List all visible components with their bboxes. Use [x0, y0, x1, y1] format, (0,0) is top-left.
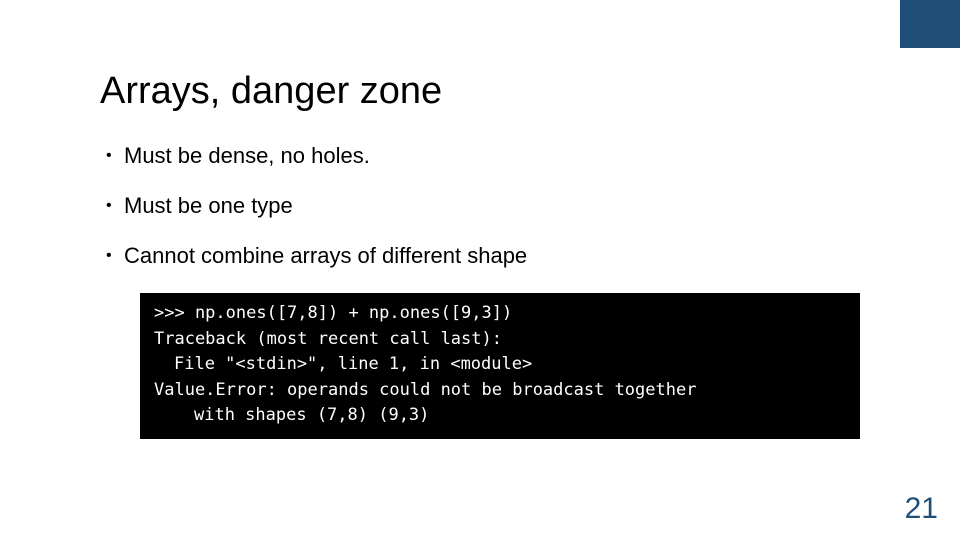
bullet-list: Must be dense, no holes. Must be one typ… [100, 143, 860, 269]
slide-title: Arrays, danger zone [100, 70, 860, 113]
code-line: Value.Error: operands could not be broad… [154, 378, 846, 404]
bullet-item: Must be dense, no holes. [106, 143, 860, 169]
slide-content: Arrays, danger zone Must be dense, no ho… [0, 0, 960, 439]
code-line: File "<stdin>", line 1, in <module> [154, 352, 846, 378]
bullet-item: Cannot combine arrays of different shape [106, 243, 860, 269]
code-line: Traceback (most recent call last): [154, 327, 846, 353]
page-number: 21 [905, 492, 938, 526]
code-line: >>> np.ones([7,8]) + np.ones([9,3]) [154, 301, 846, 327]
accent-bar [900, 0, 960, 48]
code-block: >>> np.ones([7,8]) + np.ones([9,3])Trace… [140, 293, 860, 439]
bullet-item: Must be one type [106, 193, 860, 219]
code-line: with shapes (7,8) (9,3) [154, 403, 846, 429]
